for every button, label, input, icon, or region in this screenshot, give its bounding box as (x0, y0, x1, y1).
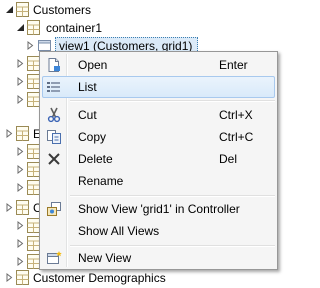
scissors-icon (46, 107, 62, 123)
tree-node-label: Customer Demographics (33, 271, 166, 285)
menu-item-label: Copy (78, 130, 107, 144)
context-menu: Open Enter List Cut Ctrl+X Copy Ctrl+C D… (39, 51, 278, 270)
menu-item-rename[interactable]: Rename (42, 170, 275, 192)
expand-icon[interactable] (5, 273, 14, 282)
copy-icon (46, 129, 62, 145)
menu-item-shortcut: Ctrl+C (219, 130, 254, 144)
expand-icon[interactable] (16, 59, 25, 68)
tree-node-label: container1 (46, 21, 103, 35)
menu-item-shortcut: Del (219, 152, 238, 166)
menu-item-open[interactable]: Open Enter (42, 54, 275, 76)
expand-icon[interactable] (16, 221, 25, 230)
list-icon (46, 79, 62, 95)
menu-separator (70, 100, 275, 102)
new-view-icon (46, 250, 62, 266)
menu-item-label: Show All Views (78, 224, 160, 238)
expand-icon[interactable] (16, 77, 25, 86)
tree-node-customer-demographics[interactable]: Customer Demographics (0, 269, 200, 287)
menu-item-label: Delete (78, 152, 113, 166)
expand-icon[interactable] (5, 129, 14, 138)
expand-icon[interactable] (16, 165, 25, 174)
menu-item-show-all-views[interactable]: Show All Views (42, 220, 275, 242)
container-icon (27, 20, 40, 35)
menu-item-list[interactable]: List (42, 76, 275, 98)
tree-node-container1[interactable]: container1 (0, 19, 120, 37)
expand-icon[interactable] (16, 239, 25, 248)
show-in-controller-icon (46, 201, 62, 217)
tree-node-label: Customers (33, 3, 92, 17)
open-icon (46, 57, 62, 73)
tree-node-customers[interactable]: Customers (0, 1, 120, 19)
table-icon (16, 270, 29, 285)
menu-item-label: List (78, 80, 97, 94)
expand-icon[interactable] (16, 257, 25, 266)
table-icon (16, 2, 29, 17)
menu-item-label: New View (78, 251, 132, 265)
expand-icon[interactable] (26, 41, 35, 50)
menu-item-shortcut: Enter (219, 58, 248, 72)
menu-separator (70, 195, 275, 197)
table-icon (16, 200, 29, 215)
menu-item-show-view-in-controller[interactable]: Show View 'grid1' in Controller (42, 198, 275, 220)
expand-icon[interactable] (16, 95, 25, 104)
collapse-icon[interactable] (5, 5, 14, 14)
menu-item-shortcut: Ctrl+X (219, 108, 253, 122)
menu-item-label: Rename (78, 174, 124, 188)
menu-item-new-view[interactable]: New View (42, 247, 275, 269)
expand-icon[interactable] (5, 203, 14, 212)
menu-item-label: Cut (78, 108, 97, 122)
menu-item-label: Open (78, 58, 108, 72)
delete-icon (46, 151, 62, 167)
menu-item-label: Show View 'grid1' in Controller (78, 202, 240, 216)
collapse-icon[interactable] (16, 23, 25, 32)
menu-item-delete[interactable]: Delete Del (42, 148, 275, 170)
table-icon (16, 126, 29, 141)
menu-item-copy[interactable]: Copy Ctrl+C (42, 126, 275, 148)
expand-icon[interactable] (16, 183, 25, 192)
menu-item-cut[interactable]: Cut Ctrl+X (42, 104, 275, 126)
expand-icon[interactable] (16, 147, 25, 156)
